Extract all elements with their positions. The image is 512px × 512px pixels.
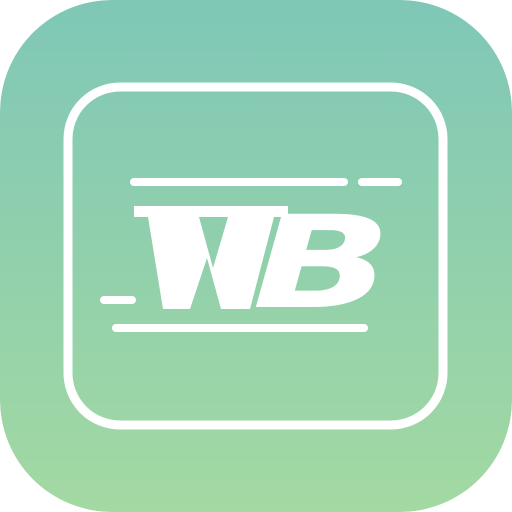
logo-letter-b: B <box>252 189 392 338</box>
wb-logo-icon: B <box>0 0 512 512</box>
app-icon[interactable]: B <box>0 0 512 512</box>
